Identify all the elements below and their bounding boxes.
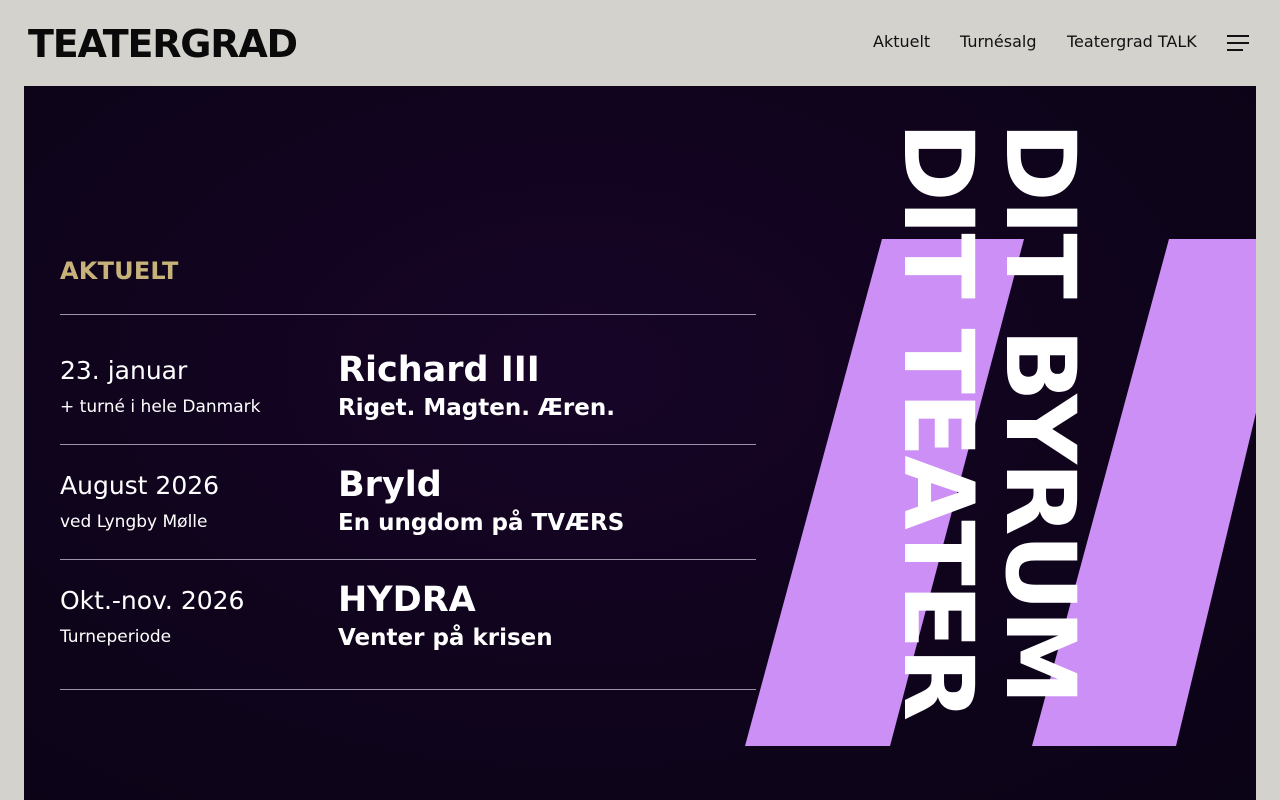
event-title: Bryld <box>338 465 442 505</box>
divider <box>60 559 756 560</box>
hamburger-menu-icon-svg <box>1227 35 1249 51</box>
event-date: August 2026 <box>60 471 220 500</box>
event-title: HYDRA <box>338 580 476 620</box>
site-logo[interactable]: TEATERGRAD <box>28 24 298 64</box>
event-item-bryld[interactable]: August 2026 ved Lyngby Mølle Bryld En un… <box>60 465 756 585</box>
nav-link-aktuelt[interactable]: Aktuelt <box>873 31 930 53</box>
event-location: Turneperiode <box>60 627 172 647</box>
hamburger-menu-icon[interactable] <box>1227 33 1251 53</box>
event-item-richard-iii[interactable]: 23. januar + turné i hele Danmark Richar… <box>60 350 756 470</box>
event-item-hydra[interactable]: Okt.-nov. 2026 Turneperiode HYDRA Venter… <box>60 580 756 700</box>
event-tagline: Riget. Magten. Æren. <box>338 395 615 421</box>
slogan-dit-byrum: DIT BYRUM <box>984 122 1096 704</box>
event-date: 23. januar <box>60 356 188 385</box>
event-title: Richard III <box>338 350 540 390</box>
divider <box>60 444 756 445</box>
event-location: ved Lyngby Mølle <box>60 512 208 532</box>
nav-link-turnesalg[interactable]: Turnésalg <box>960 31 1037 53</box>
divider <box>60 314 756 315</box>
divider <box>60 689 756 690</box>
hero-section: DIT BYRUM DIT TEATER AKTUELT 23. januar … <box>24 86 1256 800</box>
event-tagline: Venter på krisen <box>338 625 553 651</box>
slogan-dit-teater: DIT TEATER <box>882 122 994 720</box>
event-tagline: En ungdom på TVÆRS <box>338 510 625 536</box>
event-date: Okt.-nov. 2026 <box>60 586 245 615</box>
site-header: TEATERGRAD Aktuelt Turnésalg Teatergrad … <box>0 0 1280 86</box>
event-location: + turné i hele Danmark <box>60 397 261 417</box>
nav-link-teatergrad-talk[interactable]: Teatergrad TALK <box>1067 31 1197 53</box>
section-title-aktuelt: AKTUELT <box>60 257 179 285</box>
